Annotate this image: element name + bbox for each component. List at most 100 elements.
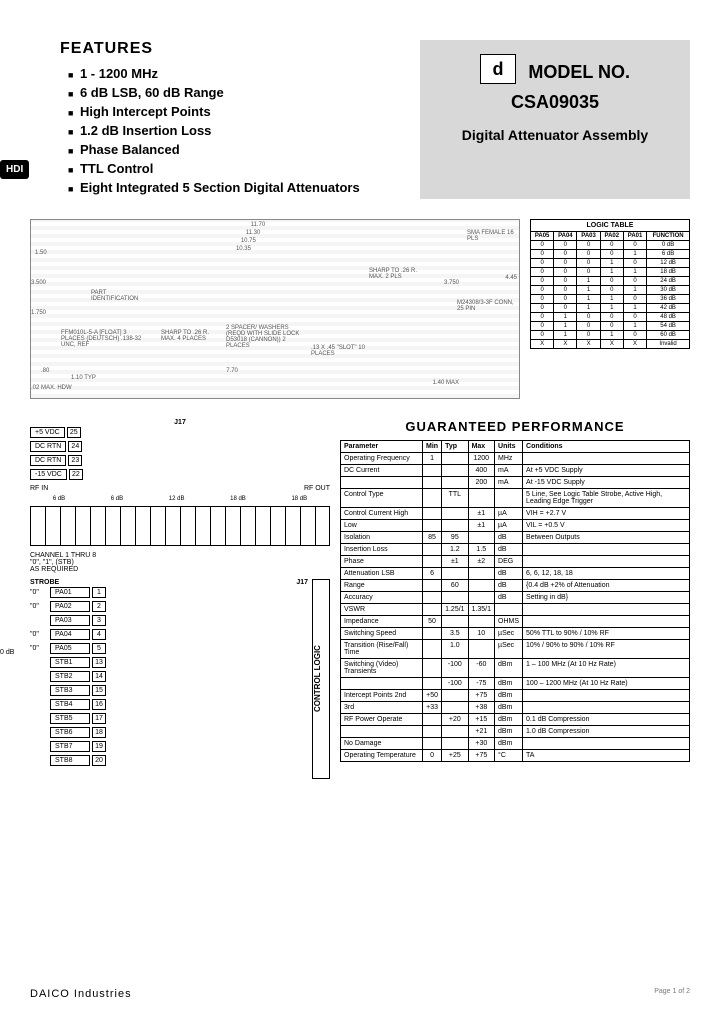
logic-row: 0011036 dB <box>531 295 690 304</box>
logic-cell: 0 <box>554 304 577 313</box>
perf-cell <box>468 568 494 580</box>
perf-cell <box>468 592 494 604</box>
pin-number: 13 <box>92 657 106 668</box>
perf-cell: µA <box>495 508 523 520</box>
perf-cell: dBm <box>495 690 523 702</box>
perf-cell <box>423 678 442 690</box>
perf-cell: µSec <box>495 628 523 640</box>
perf-cell: dBm <box>495 726 523 738</box>
atten-db-label: 12 dB <box>169 496 185 502</box>
logic-cell: 0 <box>554 277 577 286</box>
perf-cell <box>468 580 494 592</box>
perf-cell: ±1 <box>468 520 494 532</box>
perf-cell <box>442 465 468 477</box>
logic-table-caption: LOGIC TABLE <box>530 219 690 231</box>
perf-cell <box>442 690 468 702</box>
dim-text: 10.75 <box>241 238 256 244</box>
perf-cell <box>523 616 690 628</box>
logic-level: "0" <box>30 631 48 638</box>
logic-cell: 1 <box>623 268 646 277</box>
perf-cell: 10% / 90% to 90% / 10% RF <box>523 640 690 659</box>
note-text: PART IDENTIFICATION <box>91 290 151 302</box>
pin-label: +5 VDC <box>30 427 65 438</box>
perf-cell: +75 <box>468 750 494 762</box>
power-pin-row: DC RTN24 <box>30 440 330 453</box>
logic-cell: 0 <box>600 277 623 286</box>
note-text: M24308/3-3F CONN, 25 PIN <box>457 300 517 312</box>
perf-cell <box>523 544 690 556</box>
logic-cell: 0 <box>531 259 554 268</box>
perf-header: Units <box>495 441 523 453</box>
perf-cell <box>423 520 442 532</box>
dim-text: 3.500 <box>31 280 46 286</box>
perf-cell <box>423 556 442 568</box>
perf-cell <box>523 453 690 465</box>
perf-cell: Operating Temperature <box>341 750 423 762</box>
perf-cell <box>423 477 442 489</box>
logic-cell: 0 <box>531 295 554 304</box>
logic-cell: 0 <box>600 250 623 259</box>
perf-cell: Impedance <box>341 616 423 628</box>
logic-row: 000016 dB <box>531 250 690 259</box>
feature-item: Phase Balanced <box>68 142 400 157</box>
features-heading: FEATURES <box>60 40 400 58</box>
logic-cell: 0 <box>577 259 600 268</box>
logic-cell: 0 <box>600 313 623 322</box>
logic-pin-row: "0"PA044 <box>30 628 308 641</box>
logic-cell: 1 <box>554 322 577 331</box>
logic-cell: 1 <box>600 259 623 268</box>
logic-row: 0011142 dB <box>531 304 690 313</box>
perf-cell: +21 <box>468 726 494 738</box>
logic-row: 0001012 dB <box>531 259 690 268</box>
atten-db-label: 6 dB <box>111 496 123 502</box>
logic-pin-row: STB517 <box>30 712 308 725</box>
pin-number: 3 <box>92 615 106 626</box>
perf-cell <box>468 640 494 659</box>
logic-cell: 18 dB <box>647 268 690 277</box>
perf-cell: +30 <box>468 738 494 750</box>
feature-item: 6 dB LSB, 60 dB Range <box>68 85 400 100</box>
perf-cell: 6, 6, 12, 18, 18 <box>523 568 690 580</box>
logic-header: PA03 <box>577 232 600 241</box>
perf-row: AccuracydBSetting in dB} <box>341 592 690 604</box>
perf-cell <box>442 568 468 580</box>
dim-text: .02 MAX. HDW <box>31 385 72 391</box>
perf-cell: Phase <box>341 556 423 568</box>
perf-cell: 60 <box>442 580 468 592</box>
perf-cell: 1.0 dB Compression <box>523 726 690 738</box>
perf-cell: µA <box>495 520 523 532</box>
performance-heading: GUARANTEED PERFORMANCE <box>340 419 690 434</box>
perf-cell: -100 <box>442 659 468 678</box>
logic-row: XXXXXInvalid <box>531 340 690 349</box>
perf-cell <box>523 738 690 750</box>
perf-cell: Setting in dB} <box>523 592 690 604</box>
perf-cell <box>423 465 442 477</box>
perf-cell: {0.4 dB +2% of Attenuation <box>523 580 690 592</box>
perf-row: Intercept Points 2nd+50+75dBm <box>341 690 690 702</box>
logic-row: 000000 dB <box>531 241 690 250</box>
perf-header: Max <box>468 441 494 453</box>
logic-cell: 1 <box>623 304 646 313</box>
perf-cell <box>442 702 468 714</box>
perf-cell: 1.25/1 <box>442 604 468 616</box>
channel-note: CHANNEL 1 THRU 8 "0", "1", (STB) AS REQU… <box>30 552 330 573</box>
logic-cell: 0 <box>531 268 554 277</box>
logic-cell: 1 <box>600 304 623 313</box>
perf-cell <box>423 738 442 750</box>
perf-cell: dBm <box>495 714 523 726</box>
perf-cell: +38 <box>468 702 494 714</box>
perf-cell <box>423 544 442 556</box>
logic-cell: 0 <box>531 313 554 322</box>
logic-cell: 1 <box>600 268 623 277</box>
logic-cell: 1 <box>623 286 646 295</box>
perf-cell <box>423 640 442 659</box>
perf-cell: 1.2 <box>442 544 468 556</box>
logic-cell: 0 <box>623 331 646 340</box>
perf-cell: Control Type <box>341 489 423 508</box>
perf-cell: +50 <box>423 690 442 702</box>
atten-db-label: 18 dB <box>291 496 307 502</box>
perf-cell <box>423 580 442 592</box>
perf-header: Conditions <box>523 441 690 453</box>
perf-cell <box>341 678 423 690</box>
logic-cell: 0 <box>577 241 600 250</box>
